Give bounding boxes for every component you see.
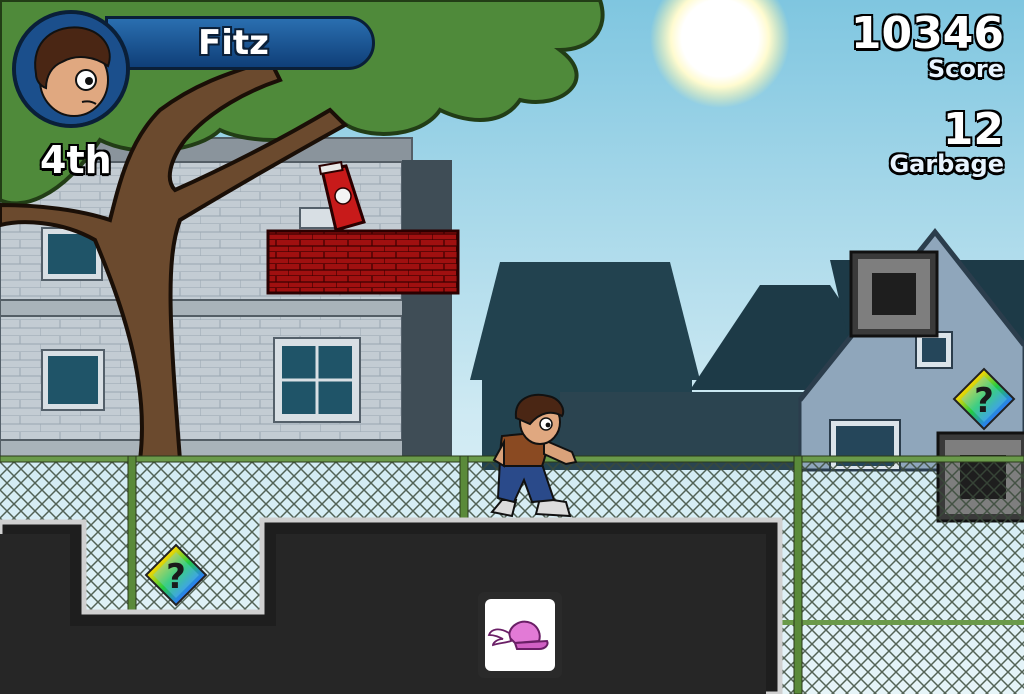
garbage-count: 12 xyxy=(942,104,1004,155)
game-scene: ? ? xyxy=(0,0,1024,694)
player-name-banner: Fitz xyxy=(105,16,375,70)
fitz-portrait-icon xyxy=(12,10,130,128)
powerup-slot[interactable] xyxy=(478,592,562,678)
avatar-face xyxy=(16,14,126,124)
powerup-slot-inner xyxy=(485,599,555,671)
brick-platform xyxy=(266,229,460,295)
winged-cap-icon xyxy=(487,620,549,650)
score-value: 10346 xyxy=(850,8,1004,59)
score-label: Score xyxy=(927,55,1004,83)
garbage-label: Garbage xyxy=(889,150,1004,178)
svg-text:?: ? xyxy=(974,381,994,421)
svg-text:?: ? xyxy=(166,557,186,597)
player-name: Fitz xyxy=(198,23,269,63)
race-position: 4th xyxy=(40,138,112,182)
stone-block xyxy=(849,250,939,338)
